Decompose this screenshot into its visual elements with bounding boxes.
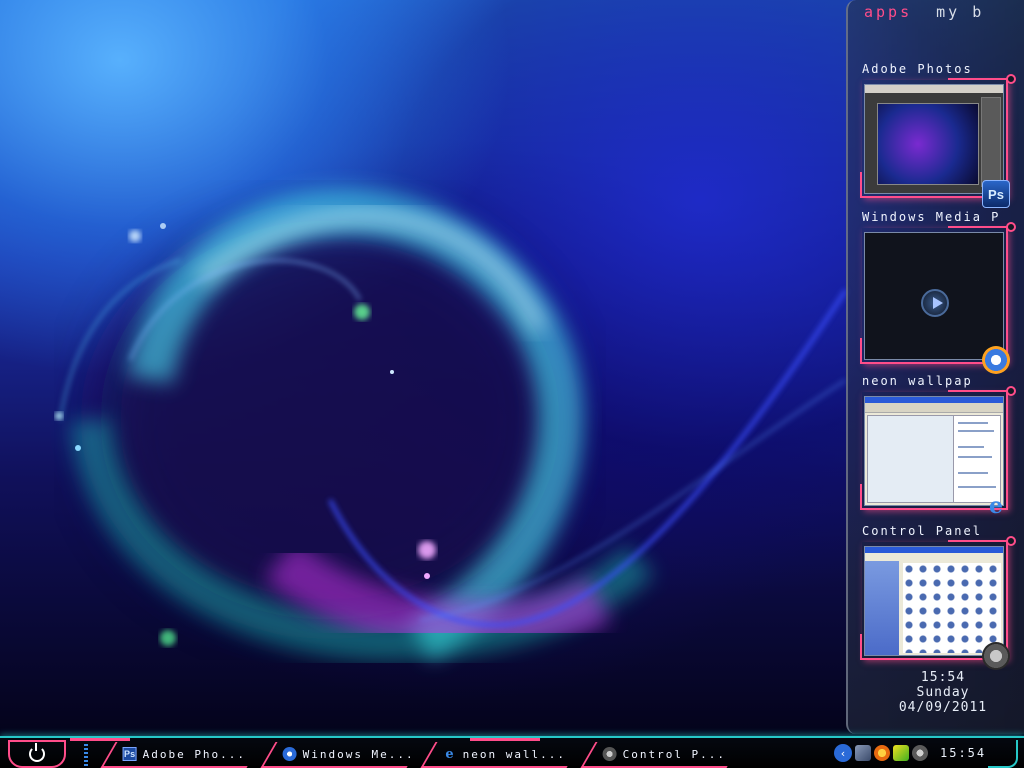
- frame-dot-icon: [1006, 386, 1016, 396]
- tray-expand-chevron-icon[interactable]: ‹: [834, 744, 852, 762]
- sidebar-app-photoshop[interactable]: Adobe Photos Ps: [860, 62, 1016, 208]
- taskbar-button-photoshop[interactable]: Ps Adobe Pho...: [100, 742, 262, 768]
- text-line: [958, 486, 996, 488]
- thumbnail-toolbar: [865, 403, 1003, 413]
- app-thumbnail[interactable]: [864, 396, 1004, 506]
- app-thumbnail[interactable]: [864, 546, 1004, 656]
- frame-line: [948, 226, 1008, 228]
- sidebar-clock: 15:54 Sunday 04/09/2011: [888, 670, 998, 715]
- antivirus-icon[interactable]: [874, 745, 890, 761]
- taskbar-button-windows-media-player[interactable]: Windows Me...: [260, 742, 422, 768]
- app-thumbnail-frame[interactable]: e: [860, 386, 1016, 519]
- app-thumbnail[interactable]: [864, 232, 1004, 360]
- system-tray: ‹: [834, 744, 928, 762]
- update-icon[interactable]: [893, 745, 909, 761]
- start-button[interactable]: [8, 740, 66, 768]
- power-icon: [29, 743, 45, 762]
- control-panel-icon: [982, 642, 1010, 670]
- frame-line: [948, 390, 1008, 392]
- text-line: [958, 456, 992, 458]
- app-thumbnail[interactable]: [864, 84, 1004, 194]
- app-title: Adobe Photos: [862, 62, 973, 76]
- sidebar-app-neon-wallpaper[interactable]: neon wallpap e: [860, 374, 1016, 519]
- clock-time: 15:54: [920, 670, 966, 685]
- app-thumbnail-frame[interactable]: [860, 222, 1016, 374]
- taskbar-button-neon-wallpaper[interactable]: e neon wall...: [420, 742, 582, 768]
- clock-day: Sunday: [916, 685, 970, 700]
- app-thumbnail-frame[interactable]: Ps: [860, 74, 1016, 208]
- photoshop-icon: Ps: [982, 180, 1010, 208]
- sidebar-tabs: apps my b: [864, 3, 1024, 21]
- text-line: [958, 430, 994, 432]
- play-icon: [921, 289, 949, 317]
- taskbar-accent: [70, 738, 130, 741]
- thumbnail-titlebar: [865, 547, 1003, 553]
- control-panel-icon: [602, 747, 617, 761]
- text-line: [958, 422, 988, 424]
- photoshop-icon: Ps: [122, 747, 137, 761]
- frame-dot-icon: [1006, 222, 1016, 232]
- apps-sidebar: apps my b Adobe Photos Ps Windows Media …: [846, 0, 1024, 734]
- clock-date: 04/09/2011: [898, 700, 988, 715]
- thumbnail-canvas: [877, 103, 979, 185]
- app-title: Control Panel: [862, 524, 982, 538]
- app-title: neon wallpap: [862, 374, 973, 388]
- thumbnail-page: [867, 415, 955, 503]
- taskbar-corner-deco: [988, 740, 1018, 768]
- windows-media-player-icon: [982, 346, 1010, 374]
- app-title: Windows Media P: [862, 210, 1001, 224]
- taskbar-grip[interactable]: [84, 744, 88, 766]
- taskbar: Ps Adobe Pho... Windows Me... e neon wal…: [0, 736, 1024, 768]
- frame-dot-icon: [1006, 536, 1016, 546]
- task-label: Control P...: [622, 747, 727, 761]
- frame-line: [948, 540, 1008, 542]
- text-line: [958, 472, 988, 474]
- task-label: Adobe Pho...: [142, 747, 247, 761]
- frame-dot-icon: [1006, 74, 1016, 84]
- thumbnail-sidepane: [953, 415, 1001, 503]
- internet-explorer-icon: e: [445, 747, 454, 761]
- network-icon[interactable]: [855, 745, 871, 761]
- text-line: [958, 446, 984, 448]
- task-label: Windows Me...: [302, 747, 415, 761]
- volume-icon[interactable]: [912, 745, 928, 761]
- tab-apps[interactable]: apps: [864, 3, 912, 21]
- thumbnail-icon-grid: [903, 563, 1001, 653]
- taskbar-accent: [470, 738, 540, 741]
- frame-line: [948, 78, 1008, 80]
- taskbar-clock[interactable]: 15:54: [940, 746, 986, 760]
- windows-media-player-icon: [282, 747, 297, 761]
- internet-explorer-icon: e: [989, 493, 1003, 519]
- sidebar-app-windows-media-player[interactable]: Windows Media P: [860, 210, 1016, 374]
- thumbnail-panel: [981, 97, 1001, 187]
- task-label: neon wall...: [462, 747, 567, 761]
- taskbar-button-control-panel[interactable]: Control P...: [580, 742, 742, 768]
- sidebar-app-control-panel[interactable]: Control Panel: [860, 524, 1016, 670]
- thumbnail-taskpane: [865, 561, 899, 655]
- tab-my-b[interactable]: my b: [936, 3, 984, 21]
- app-thumbnail-frame[interactable]: [860, 536, 1016, 670]
